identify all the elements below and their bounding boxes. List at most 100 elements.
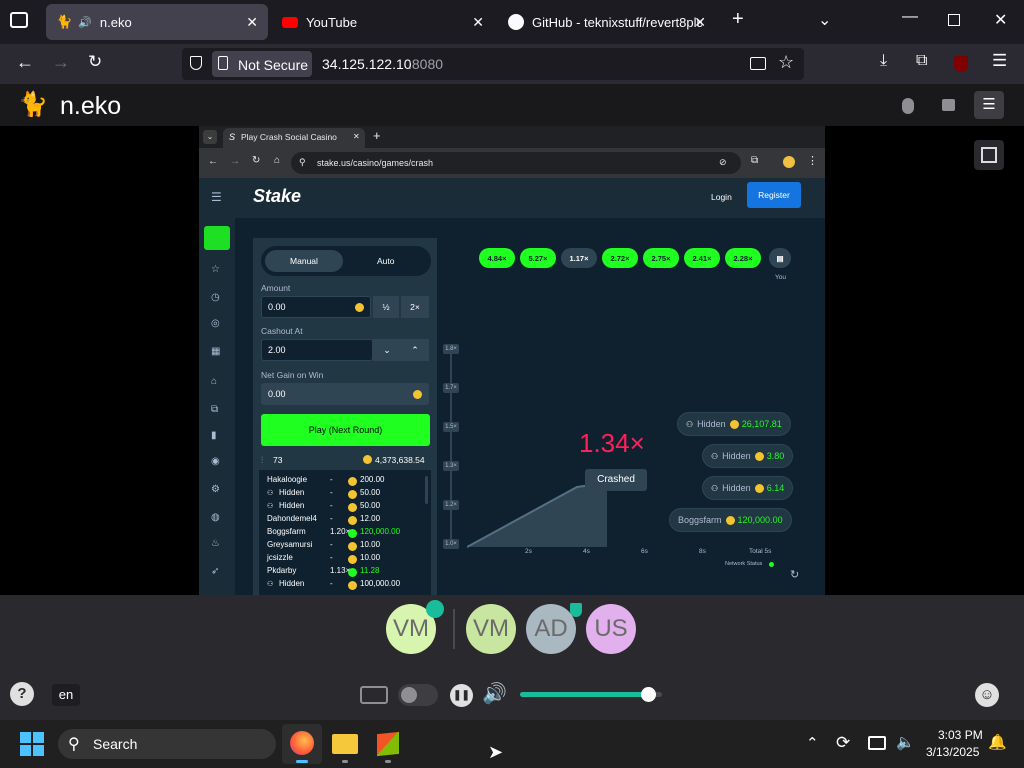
speaker-icon[interactable]: 🔊 <box>78 16 92 29</box>
member-avatar[interactable]: VM <box>466 604 516 654</box>
shield-icon[interactable] <box>190 56 202 70</box>
remote-url-field[interactable]: ⚲ stake.us/casino/games/crash ⊘ <box>291 152 741 174</box>
picture-in-picture-icon[interactable] <box>750 57 766 70</box>
bookmark-icon[interactable]: ▮ <box>211 430 217 441</box>
pause-button[interactable]: ❚❚ <box>450 684 473 707</box>
notification-bell-icon[interactable]: 🔔 <box>988 733 1007 751</box>
new-tab-icon[interactable]: + <box>373 128 381 143</box>
chevron-down-icon[interactable]: ⌄ <box>818 10 831 30</box>
language-selector[interactable]: en <box>52 684 80 706</box>
forward-icon[interactable]: → <box>52 52 70 73</box>
refresh-icon[interactable]: ↻ <box>790 568 799 581</box>
fullscreen-button[interactable] <box>974 140 1004 170</box>
rocket-icon[interactable]: ➶ <box>211 566 219 577</box>
history-chip[interactable]: 5.27× <box>520 248 556 268</box>
taskbar-file-explorer[interactable] <box>325 724 365 764</box>
tab-search-icon[interactable]: ⌄ <box>203 130 217 144</box>
settings-icon[interactable]: ⚙ <box>211 484 220 495</box>
clock-time[interactable]: 3:03 PM <box>938 728 983 742</box>
globe-icon[interactable]: ◍ <box>211 512 220 523</box>
new-tab-icon[interactable]: + <box>732 8 744 31</box>
eye-off-icon[interactable]: ⊘ <box>719 157 727 168</box>
lock-icon[interactable] <box>942 99 955 111</box>
hamburger-icon[interactable]: ☰ <box>211 190 222 204</box>
support-icon[interactable]: ◉ <box>211 456 220 467</box>
more-icon[interactable]: ⋮ <box>807 154 818 167</box>
stake-logo[interactable]: Stake <box>253 186 301 207</box>
star-icon[interactable]: ☆ <box>778 52 794 73</box>
neko-menu-button[interactable]: ☰ <box>974 91 1004 119</box>
casino-toggle[interactable] <box>204 226 230 250</box>
tab-neko[interactable]: 🐈 🔊 n.eko ✕ <box>46 4 268 40</box>
history-chip[interactable]: 4.84× <box>479 248 515 268</box>
reload-icon[interactable]: ↻ <box>88 52 102 72</box>
forward-icon[interactable]: → <box>230 156 240 167</box>
reload-icon[interactable]: ↻ <box>252 155 260 166</box>
emoji-button[interactable]: ☺ <box>975 683 999 707</box>
remote-browser[interactable]: ⌄ S Play Crash Social Casino ✕ + ← → ↻ ⌂… <box>199 126 825 595</box>
back-icon[interactable]: ← <box>16 52 34 73</box>
cashout-input[interactable]: 2.00 <box>261 339 373 361</box>
sync-icon[interactable]: ⟳ <box>836 733 850 753</box>
network-icon[interactable] <box>868 736 886 750</box>
cashout-increase-button[interactable]: ⌃ <box>401 339 429 361</box>
volume-icon[interactable]: 🔊 <box>482 681 507 706</box>
history-chip[interactable]: 2.75× <box>643 248 679 268</box>
chevron-up-icon[interactable]: ⌃ <box>806 734 819 752</box>
start-button[interactable] <box>20 732 44 756</box>
minimize-icon[interactable]: — <box>902 8 918 26</box>
double-button[interactable]: 2× <box>401 296 429 318</box>
menu-icon[interactable]: ☰ <box>992 51 1007 71</box>
profile-icon[interactable] <box>783 156 795 168</box>
star-icon[interactable]: ☆ <box>211 264 220 275</box>
challenge-icon[interactable]: ◎ <box>211 318 220 329</box>
extensions-icon[interactable]: ⧉ <box>916 52 927 70</box>
clock-date[interactable]: 3/13/2025 <box>926 745 979 759</box>
manual-tab[interactable]: Manual <box>265 250 343 272</box>
history-chip[interactable]: 2.72× <box>602 248 638 268</box>
tab-github[interactable]: GitHub - teknixstuff/revert8plus ✕ <box>498 4 720 40</box>
home-icon[interactable]: ⌂ <box>274 155 280 166</box>
site-info-icon[interactable]: ⚲ <box>299 157 306 168</box>
control-toggle[interactable] <box>398 684 438 706</box>
taskbar-search[interactable]: ⚲ Search <box>58 729 276 759</box>
member-avatar[interactable]: US <box>586 604 636 654</box>
help-button[interactable]: ? <box>10 682 34 706</box>
tab-list-icon[interactable] <box>10 12 28 28</box>
download-icon[interactable]: ⤓ <box>880 52 887 70</box>
fire-icon[interactable]: ♨ <box>211 538 220 549</box>
extensions-icon[interactable]: ⧉ <box>751 155 758 166</box>
url-bar[interactable]: Not Secure 34.125.122.10 :8080 ☆ <box>182 48 804 80</box>
history-chip[interactable]: 2.28× <box>725 248 761 268</box>
back-icon[interactable]: ← <box>208 156 218 167</box>
security-indicator[interactable]: Not Secure <box>212 51 312 77</box>
tab-youtube[interactable]: YouTube ✕ <box>272 4 494 40</box>
originals-icon[interactable]: ▦ <box>211 346 220 357</box>
half-button[interactable]: ½ <box>373 296 399 318</box>
close-tab-icon[interactable]: ✕ <box>353 132 360 141</box>
home-icon[interactable]: ⌂ <box>211 376 217 387</box>
history-chip[interactable]: 1.17× <box>561 248 597 268</box>
register-button[interactable]: Register <box>747 182 801 208</box>
history-chip[interactable]: 2.41× <box>684 248 720 268</box>
players-scrollbar[interactable] <box>425 476 428 504</box>
close-tab-icon[interactable]: ✕ <box>246 14 258 31</box>
recent-icon[interactable]: ◷ <box>211 292 220 303</box>
volume-slider[interactable] <box>520 687 662 702</box>
mouse-icon[interactable] <box>902 98 914 114</box>
volume-muted-icon[interactable]: 🔈 <box>896 733 915 751</box>
cashout-decrease-button[interactable]: ⌄ <box>373 339 401 361</box>
promotions-icon[interactable]: ⧉ <box>211 404 218 415</box>
login-button[interactable]: Login <box>711 192 732 202</box>
maximize-icon[interactable] <box>948 14 960 26</box>
ublock-icon[interactable] <box>954 56 968 72</box>
taskbar-firefox[interactable] <box>282 724 322 764</box>
volume-knob[interactable] <box>640 687 656 702</box>
remote-tab[interactable]: S Play Crash Social Casino ✕ <box>223 128 365 148</box>
play-button[interactable]: Play (Next Round) <box>261 414 430 446</box>
amount-input[interactable]: 0.00 <box>261 296 371 318</box>
close-window-icon[interactable]: ✕ <box>994 10 1007 30</box>
member-avatar[interactable]: AD <box>526 604 576 654</box>
keyboard-icon[interactable] <box>360 686 388 704</box>
taskbar-app[interactable] <box>368 724 408 764</box>
